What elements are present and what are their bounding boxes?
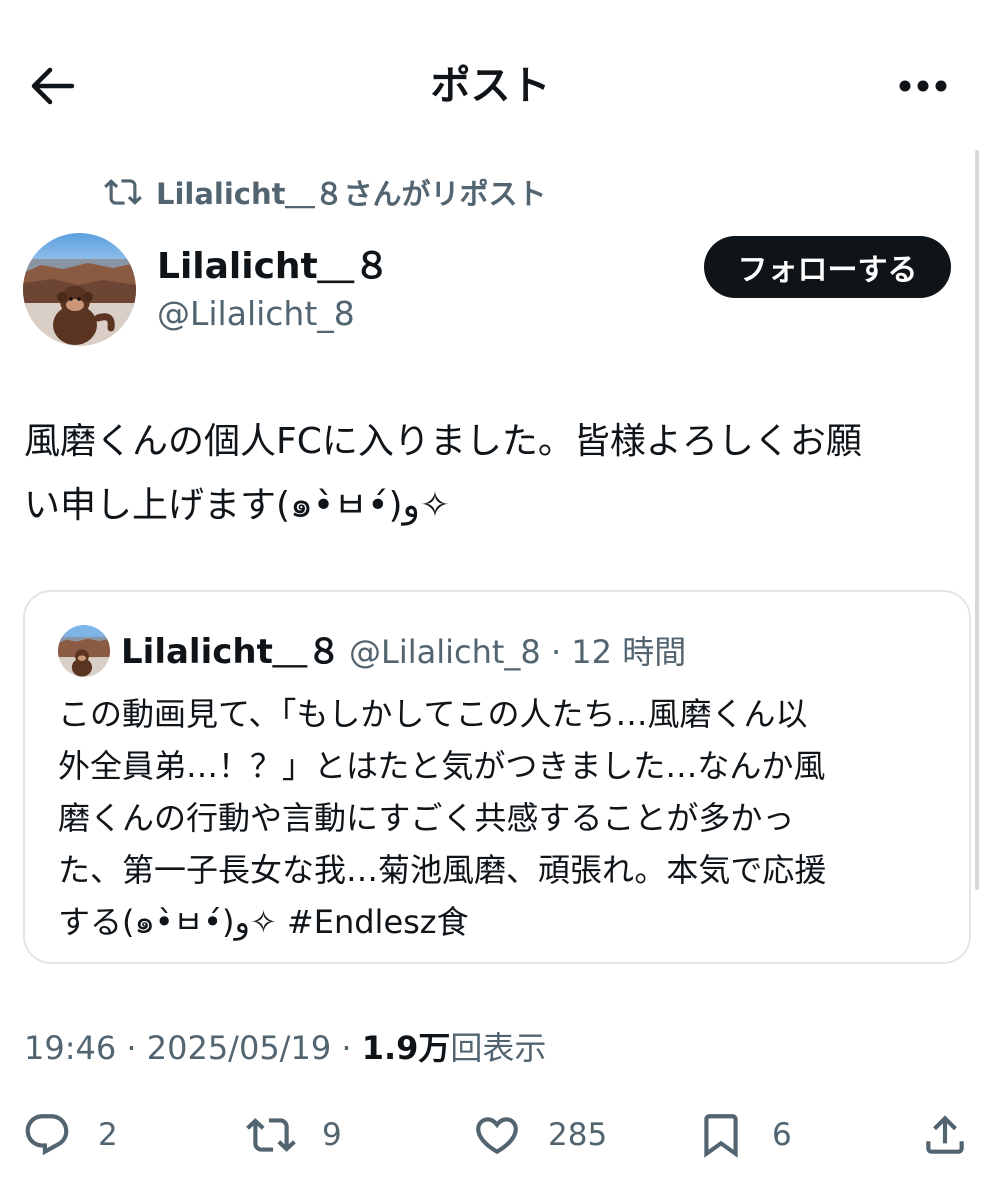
top-header: ポスト [0,0,981,160]
post-detail-page: ポスト Lilalicht＿８さんがリポスト Lilalicht＿８ @Lila… [0,0,981,1200]
share-button[interactable] [920,1100,970,1170]
post-timestamp: 19:46 · 2025/05/19 · 1.9万回表示 [24,1025,546,1071]
quoted-text: この動画見て、「もしかしてこの人たち…風磨くん以 外全員弟…！？」とはたと気がつ… [58,688,948,948]
reply-count: 2 [98,1117,118,1153]
share-icon [926,1115,964,1154]
views-label: 回表示 [450,1029,547,1067]
bookmark-button[interactable]: 6 [696,1100,792,1170]
bookmark-count: 6 [772,1117,792,1153]
timestamp-time: 19:46 · 2025/05/19 · [24,1029,362,1067]
more-options-button[interactable] [893,58,953,114]
more-dots-icon [899,80,947,92]
repost-icon [104,179,142,205]
follow-button[interactable]: フォローする [704,236,951,298]
repost-label: Lilalicht＿８さんがリポスト [156,177,547,211]
repost-indicator[interactable]: Lilalicht＿８さんがリポスト [104,172,547,212]
quoted-post-card[interactable]: Lilalicht＿８ @Lilalicht_8 · 12 時間 この動画見て、… [23,590,971,964]
quoted-handle-time: @Lilalicht_8 · 12 時間 [349,633,687,671]
bookmark-icon [704,1114,738,1158]
author-name[interactable]: Lilalicht＿８ [157,244,390,290]
avatar[interactable] [23,233,136,346]
repost-count: 9 [322,1117,342,1153]
reply-button[interactable]: 2 [22,1100,118,1170]
like-count: 285 [548,1117,608,1153]
action-bar: 2 9 285 6 [0,1100,981,1170]
heart-icon [476,1117,518,1155]
quoted-text-line: この動画見て、「もしかしてこの人たち…風磨くん以 [58,695,808,733]
page-title: ポスト [430,63,551,109]
views-count[interactable]: 1.9万 [362,1029,451,1067]
quoted-text-line: 外全員弟…！？」とはたと気がつきました…なんか風 [58,747,826,785]
like-button[interactable]: 285 [472,1100,607,1170]
scrollbar[interactable] [975,150,979,890]
quoted-text-line: た、第一子長女な我…菊池風磨、頑張れ。本気で応援 [58,851,827,889]
repost-button[interactable]: 9 [246,1100,342,1170]
quoted-text-line: 磨くんの行動や言動にすごく共感することが多かっ [58,799,795,837]
author-handle[interactable]: @Lilalicht_8 [157,292,355,336]
quoted-author-name: Lilalicht＿８ [121,632,341,672]
repost-icon [246,1118,296,1152]
post-text: 風磨くんの個人FCに入りました。皆様よろしくお願 い申し上げます(๑•̀ㅂ•́)… [24,421,862,526]
quoted-text-line: する(๑•̀ㅂ•́)و✧ #Endlesz食 [58,903,469,941]
reply-bubble-icon [25,1114,69,1156]
quoted-avatar[interactable] [58,625,110,677]
